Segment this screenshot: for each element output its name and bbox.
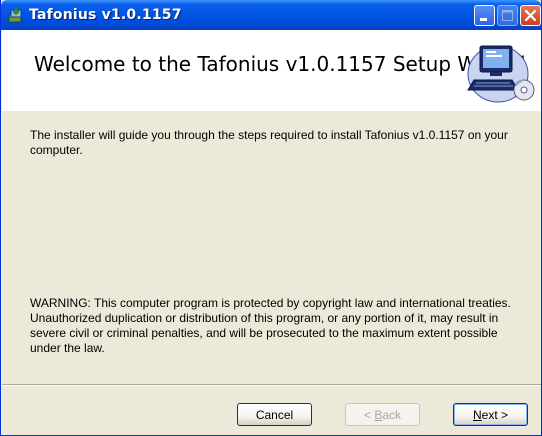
back-button-prefix: < xyxy=(363,407,375,422)
intro-text: The installer will guide you through the… xyxy=(30,128,508,157)
copyright-warning-text: WARNING: This computer program is protec… xyxy=(30,296,511,355)
maximize-icon xyxy=(502,10,513,21)
next-button-label: ext > xyxy=(481,407,509,422)
next-button[interactable]: Next > xyxy=(453,403,528,426)
minimize-button[interactable] xyxy=(474,5,495,26)
cancel-button[interactable]: Cancel xyxy=(237,403,312,426)
next-button-mnemonic: N xyxy=(472,407,482,422)
back-button-mnemonic: B xyxy=(374,407,383,422)
installer-app-icon xyxy=(8,7,22,23)
page-title: Welcome to the Tafonius v1.0.1157 Setup … xyxy=(34,52,526,76)
back-button: < Back xyxy=(345,403,420,426)
title-bar[interactable]: Tafonius v1.0.1157 xyxy=(1,0,541,30)
minimize-icon xyxy=(480,18,487,21)
computer-cd-installer-icon xyxy=(467,45,535,103)
installer-window: Tafonius v1.0.1157 Welcome to the Tafoni… xyxy=(0,0,542,436)
back-button-label: ack xyxy=(382,407,402,422)
header-divider xyxy=(2,110,541,111)
window-title: Tafonius v1.0.1157 xyxy=(29,7,182,23)
wizard-header: Welcome to the Tafonius v1.0.1157 Setup … xyxy=(2,30,541,111)
close-icon xyxy=(524,9,537,22)
maximize-button xyxy=(497,5,518,26)
footer-divider-highlight xyxy=(2,385,541,386)
close-button[interactable] xyxy=(520,5,541,26)
cancel-button-label: Cancel xyxy=(255,407,294,422)
